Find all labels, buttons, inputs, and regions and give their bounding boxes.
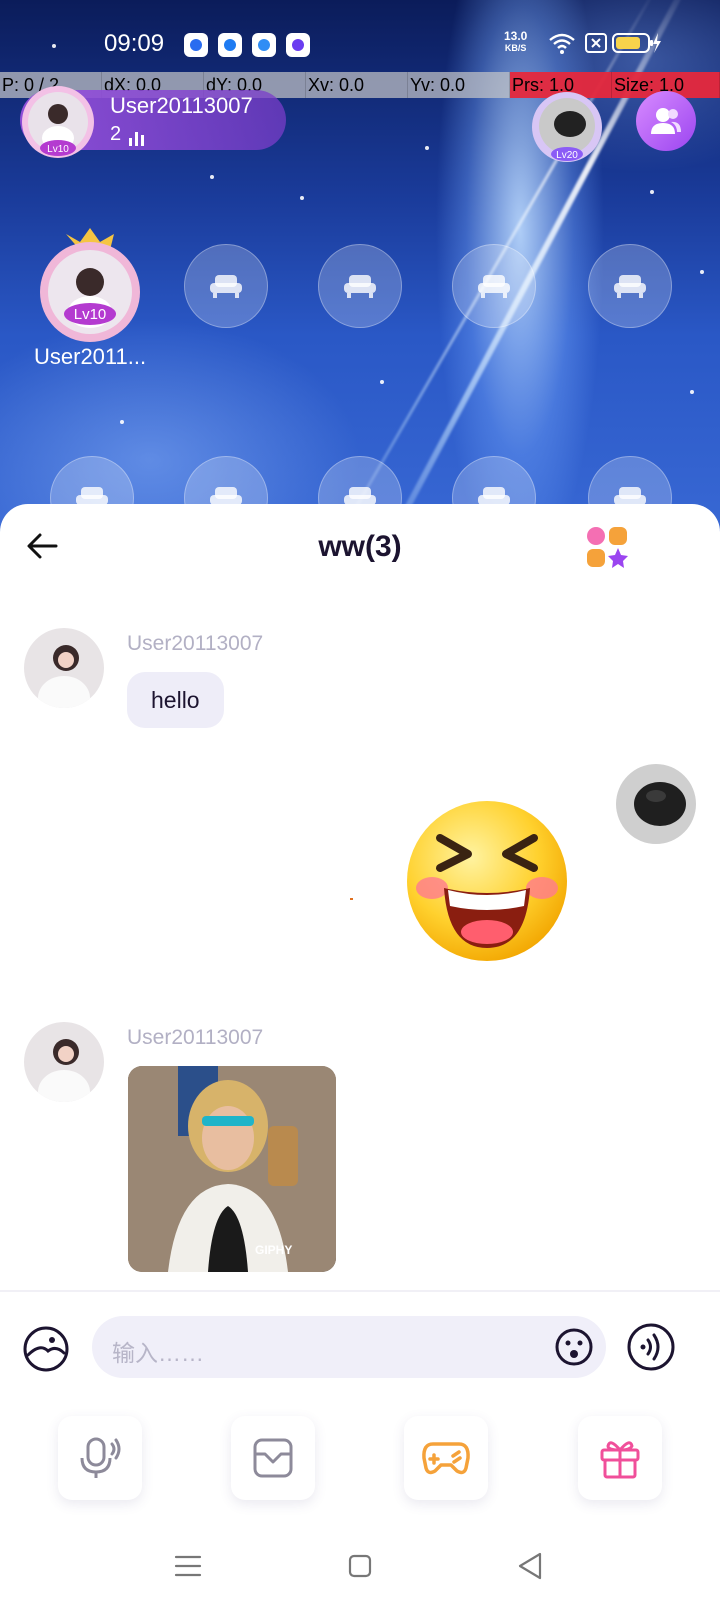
message-sender-name: User20113007 — [127, 1026, 264, 1049]
baidu-app-icon — [184, 33, 208, 57]
empty-seat[interactable] — [318, 244, 402, 328]
star — [210, 175, 214, 179]
star — [690, 390, 694, 394]
star — [650, 190, 654, 194]
host-avatar[interactable]: Lv10 — [18, 82, 98, 162]
star — [425, 146, 429, 150]
svg-text:Lv10: Lv10 — [74, 306, 107, 323]
wifi-icon — [549, 33, 575, 54]
network-speed: 13.0 KB/S — [504, 29, 528, 53]
gamepad-icon — [422, 1442, 470, 1475]
photo-album-icon — [253, 1438, 293, 1478]
debug-xv: Xv: 0.0 — [306, 72, 408, 98]
vpn-app-icon — [286, 33, 310, 57]
sofa-icon — [210, 275, 242, 298]
svg-text:Lv20: Lv20 — [556, 150, 578, 161]
host-online-count: 2 — [110, 123, 145, 146]
gif-message[interactable] — [128, 1066, 336, 1272]
signal-bars-icon — [129, 130, 145, 146]
system-navigation-bar — [0, 1530, 720, 1600]
debug-yv: Yv: 0.0 — [408, 72, 510, 98]
voice-input-icon[interactable] — [626, 1322, 676, 1372]
seat-host-name: User2011... — [34, 344, 147, 369]
svg-text:Lv10: Lv10 — [47, 144, 69, 155]
gif-image — [128, 1066, 336, 1272]
apps-icon[interactable] — [586, 526, 628, 568]
message-input-placeholder: 输入…… — [112, 1340, 204, 1366]
star — [380, 380, 384, 384]
empty-seat[interactable] — [184, 244, 268, 328]
host-name: User20113007 — [110, 93, 253, 118]
sender-avatar[interactable] — [24, 628, 104, 708]
empty-seat[interactable] — [588, 244, 672, 328]
members-button[interactable] — [636, 91, 696, 151]
sim-off-icon — [585, 33, 607, 53]
sofa-icon — [478, 275, 510, 298]
back-nav-icon[interactable] — [512, 1548, 548, 1584]
browser-app-icon — [252, 33, 276, 57]
status-bar: 09:09 13.0 KB/S — [0, 22, 720, 62]
message-input[interactable]: 输入…… — [92, 1316, 606, 1378]
gift-button[interactable] — [578, 1416, 662, 1500]
laughing-emoji-sticker[interactable] — [404, 798, 570, 964]
battery-icon — [612, 33, 661, 53]
home-icon[interactable] — [342, 1548, 378, 1584]
my-avatar[interactable] — [616, 764, 696, 844]
sender-avatar[interactable] — [24, 1022, 104, 1102]
gift-icon — [600, 1441, 640, 1479]
read-dot — [350, 898, 353, 900]
emoji-icon[interactable] — [554, 1327, 594, 1367]
sofa-icon — [344, 275, 376, 298]
sofa-icon — [614, 275, 646, 298]
online-user-avatar[interactable]: Lv20 — [528, 88, 606, 166]
seat-host-avatar[interactable]: Lv10 — [30, 226, 150, 346]
album-button[interactable] — [231, 1416, 315, 1500]
status-time: 09:09 — [104, 30, 165, 57]
star — [300, 196, 304, 200]
composer-divider — [0, 1290, 720, 1292]
star — [700, 270, 704, 274]
menu-icon[interactable] — [170, 1548, 206, 1584]
users-icon — [651, 108, 681, 134]
player-app-icon — [218, 33, 242, 57]
microphone-icon — [80, 1437, 121, 1478]
game-button[interactable] — [404, 1416, 488, 1500]
star — [120, 420, 124, 424]
giphy-watermark: GIPHY — [255, 1243, 293, 1257]
empty-seat[interactable] — [452, 244, 536, 328]
message-sender-name: User20113007 — [127, 632, 264, 655]
image-picker-icon[interactable] — [22, 1325, 70, 1373]
message-bubble[interactable]: hello — [127, 672, 224, 728]
voice-message-button[interactable] — [58, 1416, 142, 1500]
